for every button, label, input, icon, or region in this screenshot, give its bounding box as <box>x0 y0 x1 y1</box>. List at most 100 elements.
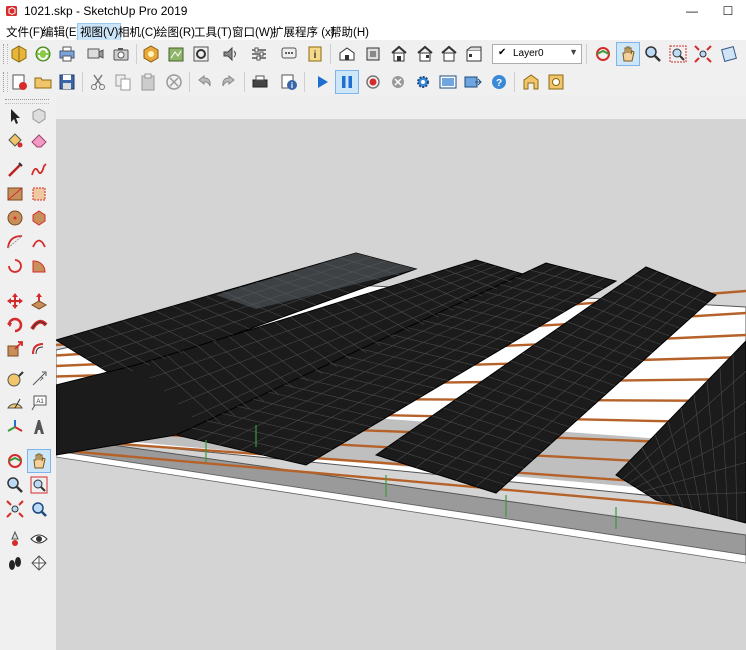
offset-icon[interactable] <box>28 338 50 360</box>
sound-icon[interactable] <box>219 43 241 65</box>
3d-text-icon[interactable] <box>28 416 50 438</box>
gear-icon[interactable] <box>412 71 434 93</box>
menu-edit[interactable]: 编辑(E) <box>40 24 82 40</box>
menu-draw[interactable]: 绘图(R) <box>154 24 197 40</box>
print-icon[interactable] <box>56 43 78 65</box>
pie-icon[interactable] <box>28 255 50 277</box>
top-view-icon[interactable] <box>362 43 384 65</box>
position-camera-icon[interactable] <box>4 528 26 550</box>
stop-icon[interactable] <box>387 71 409 93</box>
open-file-icon[interactable] <box>32 71 54 93</box>
svg-text:i: i <box>314 50 317 61</box>
right-view-icon[interactable] <box>414 43 436 65</box>
zoom-window-tool-icon[interactable] <box>28 474 50 496</box>
tape-measure-icon[interactable] <box>4 368 26 390</box>
arc-icon[interactable] <box>4 231 26 253</box>
export-icon[interactable] <box>462 71 484 93</box>
zoom-extents-tool-icon[interactable] <box>4 498 26 520</box>
dimension-icon[interactable]: ↗ <box>28 368 50 390</box>
styles-icon[interactable] <box>190 43 212 65</box>
select-icon[interactable] <box>4 105 26 127</box>
zoom-icon[interactable] <box>642 43 664 65</box>
toolbar-row-2: i ? <box>0 68 746 96</box>
play-icon[interactable] <box>311 71 333 93</box>
paint-bucket-icon[interactable] <box>4 129 26 151</box>
previous-view-icon[interactable] <box>718 43 740 65</box>
menu-tools[interactable]: 工具(T) <box>192 24 234 40</box>
paste-icon[interactable] <box>137 71 159 93</box>
warehouse-icon[interactable] <box>520 71 542 93</box>
components-icon[interactable] <box>165 43 187 65</box>
zoom-window-icon[interactable] <box>667 43 689 65</box>
push-pull-icon[interactable] <box>28 290 50 312</box>
zoom-extents-icon[interactable] <box>692 43 714 65</box>
toolbar-separator <box>514 72 515 92</box>
menu-help[interactable]: 帮助(H) <box>328 24 371 40</box>
erase-icon[interactable] <box>163 71 185 93</box>
freehand-icon[interactable] <box>28 159 50 181</box>
undo-icon[interactable] <box>193 71 215 93</box>
scene-icon[interactable] <box>437 71 459 93</box>
help-icon[interactable]: ? <box>488 71 510 93</box>
pause-icon[interactable] <box>335 70 359 94</box>
minimize-button[interactable]: — <box>674 0 710 22</box>
rotate-icon[interactable] <box>4 314 26 336</box>
menu-extensions[interactable]: 扩展程序 (x) <box>270 24 337 40</box>
camera-icon[interactable] <box>110 43 132 65</box>
rectangle-icon[interactable] <box>4 183 26 205</box>
copy-icon[interactable] <box>112 71 134 93</box>
walk-icon[interactable] <box>4 552 26 574</box>
follow-me-icon[interactable] <box>28 314 50 336</box>
line-icon[interactable] <box>4 159 26 181</box>
menu-window[interactable]: 窗口(W) <box>230 24 276 40</box>
rotated-rectangle-icon[interactable] <box>28 183 50 205</box>
record-icon[interactable] <box>362 71 384 93</box>
iso-view-icon[interactable] <box>336 43 358 65</box>
look-around-icon[interactable] <box>28 528 50 550</box>
palette-grip[interactable] <box>5 99 49 104</box>
zoom-tool-icon[interactable] <box>4 474 26 496</box>
new-file-icon[interactable] <box>8 71 30 93</box>
protractor-icon[interactable] <box>4 392 26 414</box>
print-2-icon[interactable] <box>249 71 271 93</box>
scale-icon[interactable] <box>4 338 26 360</box>
orbit-tool-icon[interactable] <box>4 450 26 472</box>
two-point-arc-icon[interactable] <box>28 231 50 253</box>
model-viewport[interactable] <box>56 95 746 650</box>
sync-icon[interactable] <box>32 43 54 65</box>
three-point-arc-icon[interactable] <box>4 255 26 277</box>
redo-icon[interactable] <box>218 71 240 93</box>
pan-tool-icon[interactable] <box>27 449 51 473</box>
settings-sliders-icon[interactable] <box>248 43 270 65</box>
front-view-icon[interactable] <box>388 43 410 65</box>
view-icon[interactable] <box>84 43 106 65</box>
text-icon[interactable]: A1 <box>28 392 50 414</box>
model-info-icon[interactable]: i <box>304 43 326 65</box>
maximize-button[interactable]: ☐ <box>710 0 746 22</box>
section-plane-icon[interactable] <box>28 552 50 574</box>
back-view-icon[interactable] <box>438 43 460 65</box>
save-icon[interactable] <box>56 71 78 93</box>
axes-icon[interactable] <box>4 416 26 438</box>
toolbar-separator <box>586 44 587 64</box>
circle-icon[interactable] <box>4 207 26 229</box>
move-icon[interactable] <box>4 290 26 312</box>
cut-icon[interactable] <box>87 71 109 93</box>
polygon-icon[interactable] <box>28 207 50 229</box>
menu-camera[interactable]: 相机(C) <box>116 24 159 40</box>
menu-view[interactable]: 视图(V) <box>76 23 122 41</box>
layer-dropdown[interactable]: ✔ Layer0 ▼ <box>492 44 582 64</box>
message-icon[interactable] <box>278 43 300 65</box>
extension-warehouse-icon[interactable] <box>545 71 567 93</box>
previous-tool-icon[interactable] <box>28 498 50 520</box>
layer-name: Layer0 <box>513 48 544 59</box>
left-view-icon[interactable] <box>463 43 485 65</box>
orbit-icon[interactable] <box>592 43 614 65</box>
toolbar-row-1: i ✔ Layer0 ▼ <box>0 40 746 69</box>
get-models-icon[interactable] <box>8 43 30 65</box>
make-component-icon[interactable] <box>28 105 50 127</box>
pan-icon[interactable] <box>616 42 640 66</box>
model-info-2-icon[interactable]: i <box>278 71 300 93</box>
shadows-icon[interactable] <box>140 43 162 65</box>
eraser-icon[interactable] <box>28 129 50 151</box>
